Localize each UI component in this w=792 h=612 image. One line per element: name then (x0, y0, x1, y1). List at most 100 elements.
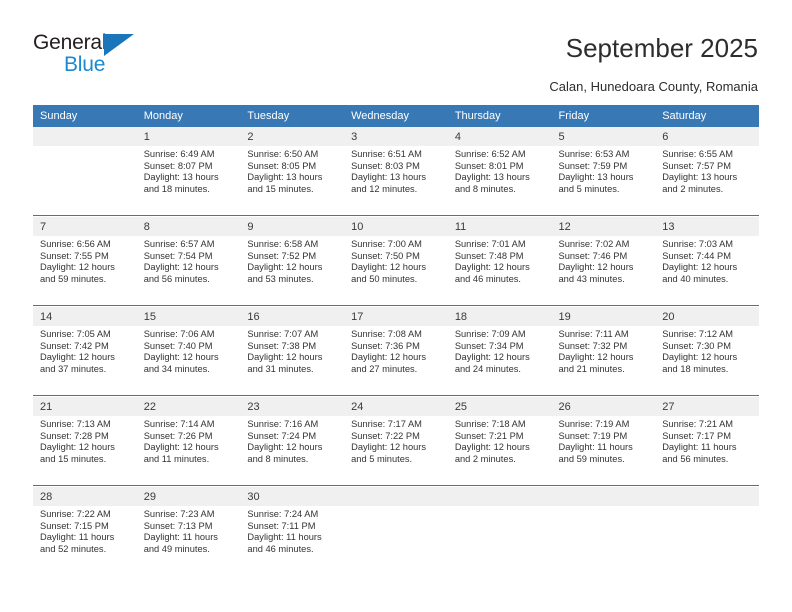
weekday-tuesday: Tuesday (240, 105, 345, 127)
day-info-cell: Sunrise: 7:18 AM Sunset: 7:21 PM Dayligh… (447, 416, 552, 486)
day-number-cell[interactable]: 25 (447, 397, 552, 416)
day-info-cell (33, 146, 137, 216)
day-number-cell[interactable]: 16 (240, 307, 345, 326)
daylight-text-line1: Daylight: 12 hours (40, 442, 115, 453)
day-number-cell[interactable]: 8 (136, 217, 241, 236)
daylight-text-line1: Daylight: 11 hours (558, 442, 633, 453)
daylight-text-line1: Daylight: 12 hours (558, 262, 634, 273)
week-5-daynum-row: 28 29 30 (33, 487, 759, 506)
sunset-text: Sunset: 7:55 PM (40, 250, 109, 261)
daylight-text-line1: Daylight: 12 hours (247, 262, 323, 273)
day-number-cell (551, 487, 656, 506)
day-info-cell: Sunrise: 6:53 AM Sunset: 7:59 PM Dayligh… (551, 146, 656, 216)
daylight-text-line1: Daylight: 13 hours (351, 172, 427, 183)
daylight-text-line1: Daylight: 13 hours (454, 172, 530, 183)
day-number-cell[interactable]: 23 (240, 397, 345, 416)
weekday-sunday: Sunday (33, 105, 137, 127)
day-number-cell[interactable]: 26 (551, 397, 656, 416)
sunset-text: Sunset: 7:26 PM (143, 430, 213, 441)
day-number-cell[interactable]: 24 (344, 397, 448, 416)
sunset-text: Sunset: 7:48 PM (454, 250, 524, 261)
week-2-info-row: Sunrise: 6:56 AM Sunset: 7:55 PM Dayligh… (33, 236, 759, 306)
sunrise-text: Sunrise: 7:13 AM (40, 419, 111, 429)
day-info-cell: Sunrise: 7:05 AM Sunset: 7:42 PM Dayligh… (33, 326, 137, 396)
day-number-cell[interactable]: 4 (447, 127, 552, 146)
week-4-daynum-row: 21 22 23 24 25 26 27 (33, 397, 759, 416)
week-1-daynum-row: 1 2 3 4 5 6 (33, 127, 759, 146)
sunset-text: Sunset: 7:36 PM (351, 340, 420, 351)
day-number-cell[interactable]: 1 (136, 127, 241, 146)
sunset-text: Sunset: 7:11 PM (247, 520, 316, 531)
daylight-text-line2: and 5 minutes. (351, 453, 413, 464)
day-info-cell (655, 506, 759, 575)
day-number-cell[interactable]: 28 (33, 487, 137, 506)
day-number-cell[interactable]: 14 (33, 307, 137, 326)
sunset-text: Sunset: 8:05 PM (247, 160, 317, 171)
day-number-cell[interactable]: 7 (33, 217, 137, 236)
day-info-cell: Sunrise: 6:52 AM Sunset: 8:01 PM Dayligh… (447, 146, 552, 216)
daylight-text-line1: Daylight: 11 hours (143, 532, 218, 543)
day-info-cell: Sunrise: 6:57 AM Sunset: 7:54 PM Dayligh… (136, 236, 241, 306)
sunrise-text: Sunrise: 6:55 AM (662, 149, 734, 159)
daylight-text-line1: Daylight: 13 hours (662, 172, 738, 183)
day-number-cell[interactable]: 13 (655, 217, 759, 236)
sunset-text: Sunset: 7:13 PM (143, 520, 213, 531)
sunrise-text: Sunrise: 6:57 AM (143, 239, 215, 249)
sunrise-sunset-calendar: Sunday Monday Tuesday Wednesday Thursday… (33, 105, 759, 575)
day-number-cell[interactable]: 5 (551, 127, 656, 146)
daylight-text-line2: and 34 minutes. (143, 363, 210, 374)
sunrise-text: Sunrise: 6:58 AM (247, 239, 319, 249)
daylight-text-line1: Daylight: 12 hours (454, 262, 530, 273)
day-number-cell (447, 487, 552, 506)
day-info-cell (447, 506, 552, 575)
sunrise-text: Sunrise: 6:52 AM (454, 149, 526, 159)
generalblue-logo[interactable]: General Blue (33, 32, 233, 82)
day-info-cell: Sunrise: 7:11 AM Sunset: 7:32 PM Dayligh… (551, 326, 656, 396)
sunrise-text: Sunrise: 7:06 AM (143, 329, 215, 339)
sunset-text: Sunset: 7:17 PM (662, 430, 731, 441)
daylight-text-line1: Daylight: 12 hours (454, 442, 530, 453)
sunset-text: Sunset: 7:54 PM (143, 250, 213, 261)
sunset-text: Sunset: 8:01 PM (454, 160, 524, 171)
day-number-cell[interactable]: 3 (344, 127, 448, 146)
sunset-text: Sunset: 7:24 PM (247, 430, 317, 441)
day-number-cell[interactable]: 9 (240, 217, 345, 236)
day-number-cell[interactable]: 11 (447, 217, 552, 236)
daylight-text-line2: and 56 minutes. (143, 273, 210, 284)
sunrise-text: Sunrise: 7:00 AM (351, 239, 422, 249)
week-3-daynum-row: 14 15 16 17 18 19 20 (33, 307, 759, 326)
day-number-cell[interactable]: 20 (655, 307, 759, 326)
page-header: General Blue September 2025 Calan, Huned… (0, 0, 792, 100)
day-number-cell[interactable]: 15 (136, 307, 241, 326)
day-number-cell[interactable]: 27 (655, 397, 759, 416)
day-info-cell: Sunrise: 6:55 AM Sunset: 7:57 PM Dayligh… (655, 146, 759, 216)
day-number-cell[interactable]: 10 (344, 217, 448, 236)
day-number-cell[interactable]: 18 (447, 307, 552, 326)
daylight-text-line1: Daylight: 12 hours (143, 262, 219, 273)
day-number-cell[interactable]: 30 (240, 487, 345, 506)
daylight-text-line2: and 11 minutes. (143, 453, 210, 464)
sunrise-text: Sunrise: 7:05 AM (40, 329, 111, 339)
sunrise-text: Sunrise: 6:49 AM (143, 149, 215, 159)
daylight-text-line1: Daylight: 13 hours (247, 172, 323, 183)
sunset-text: Sunset: 7:42 PM (40, 340, 109, 351)
sunset-text: Sunset: 7:52 PM (247, 250, 317, 261)
sunrise-text: Sunrise: 6:50 AM (247, 149, 319, 159)
sunrise-text: Sunrise: 7:08 AM (351, 329, 422, 339)
sunrise-text: Sunrise: 7:11 AM (558, 329, 629, 339)
day-number-cell[interactable]: 12 (551, 217, 656, 236)
day-number-cell[interactable]: 29 (136, 487, 241, 506)
sunset-text: Sunset: 7:28 PM (40, 430, 109, 441)
day-number-cell[interactable]: 17 (344, 307, 448, 326)
day-number-cell[interactable]: 19 (551, 307, 656, 326)
day-info-cell: Sunrise: 6:58 AM Sunset: 7:52 PM Dayligh… (240, 236, 345, 306)
sunrise-text: Sunrise: 7:12 AM (662, 329, 734, 339)
day-number-cell[interactable]: 22 (136, 397, 241, 416)
sunset-text: Sunset: 7:59 PM (558, 160, 628, 171)
day-number-cell[interactable]: 21 (33, 397, 137, 416)
day-info-cell: Sunrise: 7:01 AM Sunset: 7:48 PM Dayligh… (447, 236, 552, 306)
day-number-cell[interactable]: 2 (240, 127, 345, 146)
day-number-cell[interactable]: 6 (655, 127, 759, 146)
sunset-text: Sunset: 8:03 PM (351, 160, 420, 171)
sunrise-text: Sunrise: 7:07 AM (247, 329, 319, 339)
